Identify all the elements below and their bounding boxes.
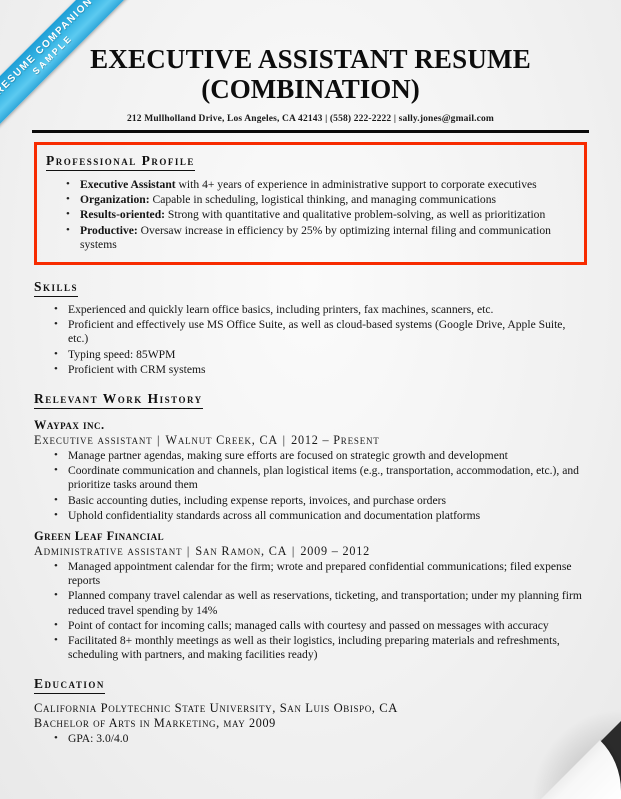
- bullet-lead: Organization:: [80, 193, 150, 207]
- education-section: Education California Polytechnic State U…: [34, 675, 587, 746]
- job-location: Walnut Creek, CA: [165, 433, 279, 448]
- education-degree: Bachelor of Arts in Marketing, may 2009: [34, 716, 276, 731]
- job-entry: Green Leaf Financial Administrative assis…: [34, 529, 587, 662]
- job-location: San Ramon, CA: [195, 544, 288, 559]
- bullet-item: Uphold confidentiality standards across …: [54, 508, 587, 523]
- bullet-item: Proficient and effectively use MS Office…: [54, 317, 587, 346]
- ribbon-line-1: RESUME COMPANION: [0, 0, 96, 98]
- bullet-item: Facilitated 8+ monthly meetings as well …: [54, 633, 587, 662]
- bullet-item: Point of contact for incoming calls; man…: [54, 618, 587, 633]
- job-bullet-list: Managed appointment calendar for the fir…: [34, 559, 587, 662]
- bullet-item: Results-oriented: Strong with quantitati…: [66, 207, 575, 222]
- bullet-item: Managed appointment calendar for the fir…: [54, 559, 587, 588]
- separator: |: [287, 544, 301, 559]
- sample-ribbon-band: RESUME COMPANION SAMPLE: [0, 0, 143, 145]
- professional-profile-section: Professional Profile Executive Assistant…: [34, 142, 587, 266]
- skills-bullet-list: Experienced and quickly learn office bas…: [34, 302, 587, 377]
- bullet-item: Experienced and quickly learn office bas…: [54, 302, 587, 317]
- section-heading-skills: Skills: [34, 279, 79, 298]
- bullet-item: Basic accounting duties, including expen…: [54, 493, 587, 508]
- separator: |: [278, 433, 292, 448]
- resume-body: Professional Profile Executive Assistant…: [0, 142, 621, 747]
- job-entry: Waypax inc. Executive assistant | Walnut …: [34, 418, 587, 523]
- job-dates: 2012 – Present: [291, 433, 380, 448]
- bullet-lead: Productive:: [80, 223, 138, 237]
- section-heading-education: Education: [34, 676, 105, 695]
- bullet-item: GPA: 3.0/4.0: [54, 731, 587, 746]
- job-role-line: Administrative assistant | San Ramon, CA…: [34, 544, 587, 559]
- bullet-item: Coordinate communication and channels, p…: [54, 463, 587, 492]
- education-school: California Polytechnic State University,…: [34, 701, 398, 716]
- resume-page: RESUME COMPANION SAMPLE EXECUTIVE ASSIST…: [0, 0, 621, 799]
- bullet-item: Typing speed: 85WPM: [54, 347, 587, 362]
- section-heading-work: Relevant Work History: [34, 391, 203, 410]
- job-company: Waypax inc.: [34, 418, 105, 433]
- bullet-item: Organization: Capable in scheduling, log…: [66, 192, 575, 207]
- bullet-item: Planned company travel calendar as well …: [54, 588, 587, 617]
- section-heading-profile: Professional Profile: [46, 153, 195, 171]
- bullet-item: Manage partner agendas, making sure effo…: [54, 448, 587, 463]
- profile-bullet-list: Executive Assistant with 4+ years of exp…: [46, 177, 575, 252]
- skills-section: Skills Experienced and quickly learn off…: [34, 278, 587, 377]
- job-bullet-list: Manage partner agendas, making sure effo…: [34, 448, 587, 523]
- job-role-line: Executive assistant | Walnut Creek, CA |…: [34, 433, 587, 448]
- separator: |: [152, 433, 166, 448]
- bullet-item: Productive: Oversaw increase in efficien…: [66, 223, 575, 252]
- jobs-container: Waypax inc. Executive assistant | Walnut …: [34, 418, 587, 662]
- job-role: Executive assistant: [34, 433, 153, 448]
- separator: |: [182, 544, 196, 559]
- work-history-section: Relevant Work History Waypax inc. Executi…: [34, 390, 587, 662]
- sample-ribbon: RESUME COMPANION SAMPLE: [0, 0, 150, 150]
- bullet-lead: Results-oriented:: [80, 208, 166, 222]
- bullet-item: Executive Assistant with 4+ years of exp…: [66, 177, 575, 192]
- job-dates: 2009 – 2012: [300, 544, 371, 559]
- education-bullet-list: GPA: 3.0/4.0: [34, 731, 587, 746]
- job-role: Administrative assistant: [34, 544, 183, 559]
- bullet-lead: Executive Assistant: [80, 178, 176, 191]
- bullet-item: Proficient with CRM systems: [54, 362, 587, 377]
- job-company: Green Leaf Financial: [34, 529, 165, 544]
